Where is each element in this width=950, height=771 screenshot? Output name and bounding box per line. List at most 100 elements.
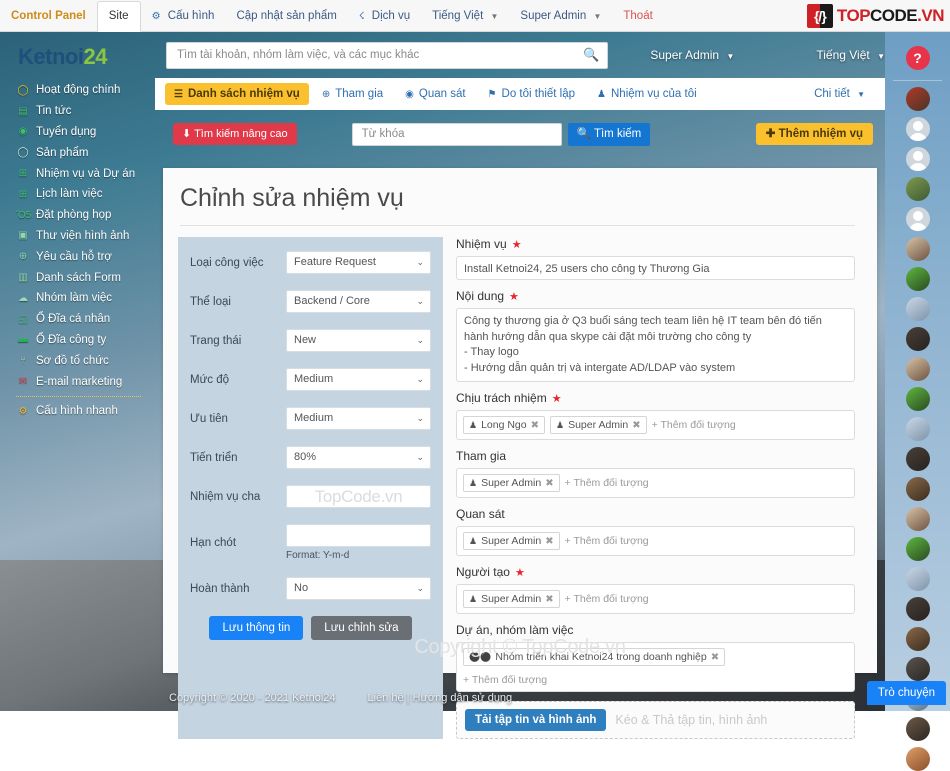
topbar-item-user[interactable]: Super Admin ▼ <box>509 1 612 31</box>
remove-tag-icon[interactable]: ✖ <box>545 594 553 605</box>
topbar-item-site[interactable]: Site <box>96 1 141 32</box>
avatar[interactable] <box>905 717 930 741</box>
footer-links[interactable]: Liên hệ | Hướng dẫn sử dụng <box>368 692 513 704</box>
task-name-input[interactable]: Install Ketnoi24, 25 users cho công ty T… <box>456 256 855 280</box>
sidebar-item-2[interactable]: ◉ Tuyển dụng <box>0 122 155 143</box>
header-language-menu[interactable]: Tiếng Việt ▼ <box>816 48 885 62</box>
remove-tag-icon[interactable]: ✖ <box>531 420 539 431</box>
brand-logo[interactable]: Ketnoi24 <box>0 32 155 80</box>
tag-item[interactable]: ♟ Long Ngo ✖ <box>463 416 546 434</box>
add-object-link[interactable]: + Thêm đối tượng <box>565 593 649 605</box>
avatar[interactable] <box>905 417 930 441</box>
tab-1[interactable]: ⊕ Tham gia <box>313 83 392 105</box>
search-button[interactable]: 🔍 Tìm kiếm <box>567 122 651 146</box>
avatar[interactable] <box>905 327 930 351</box>
avatar[interactable] <box>905 597 930 621</box>
sidebar-item-8[interactable]: ⊕ Yêu cầu hỗ trợ <box>0 246 155 267</box>
task-content-textarea[interactable]: Công ty thương gia ở Q3 buổi sáng tech t… <box>456 308 855 382</box>
creator-tag-field[interactable]: ♟ Super Admin ✖ + Thêm đối tượng <box>456 584 855 614</box>
chat-button[interactable]: Trò chuyện <box>866 681 946 705</box>
topbar-item-control-panel[interactable]: Control Panel <box>0 1 97 31</box>
avatar[interactable] <box>905 297 930 321</box>
sidebar-item-11[interactable]: ◱ Ổ Đĩa cá nhân <box>0 309 155 330</box>
avatar[interactable] <box>905 747 930 771</box>
tag-item[interactable]: ♟ Super Admin ✖ <box>463 532 560 550</box>
help-button[interactable]: ? <box>905 46 930 70</box>
tab-0[interactable]: ☰ Danh sách nhiệm vụ <box>165 83 309 105</box>
tab-3[interactable]: ⚑ Do tôi thiết lập <box>479 83 584 105</box>
sidebar-item-1[interactable]: ▤ Tin tức <box>0 101 155 122</box>
search-input[interactable] <box>175 48 584 62</box>
observers-tag-field[interactable]: ♟ Super Admin ✖ + Thêm đối tượng <box>456 526 855 556</box>
tab-4[interactable]: ♟ Nhiệm vụ của tôi <box>588 83 706 105</box>
sidebar-item-6[interactable]: Ὄ5 Đặt phòng họp <box>0 205 155 226</box>
topbar-item-product-update[interactable]: Cập nhật sản phẩm <box>225 1 347 31</box>
avatar[interactable] <box>905 567 930 591</box>
avatar[interactable] <box>905 657 930 681</box>
keyword-input-wrap[interactable] <box>351 122 562 146</box>
global-search-box[interactable]: 🔍 <box>166 41 609 69</box>
topbar-item-config[interactable]: ⚙ Cấu hình <box>141 1 226 31</box>
sidebar-item-12[interactable]: ▬ Ổ Đĩa công ty <box>0 330 155 351</box>
page-footer: Copyright © 2020 - 2021 Ketnoi24 Liên hệ… <box>155 685 885 711</box>
avatar[interactable] <box>905 507 930 531</box>
sidebar-item-5[interactable]: ⊞ Lịch làm việc <box>0 184 155 205</box>
sidebar-item-10[interactable]: ☁ Nhóm làm việc <box>0 288 155 309</box>
avatar[interactable] <box>905 627 930 651</box>
tag-label: Long Ngo <box>481 419 527 431</box>
header-user-menu[interactable]: Super Admin ▼ <box>650 48 734 62</box>
remove-tag-icon[interactable]: ✖ <box>545 536 553 547</box>
responsible-tag-field[interactable]: ♟ Long Ngo ✖ ♟ Super Admin ✖ + Thêm đối tượng <box>456 410 855 440</box>
sidebar-item-0[interactable]: ◯ Hoạt động chính <box>0 80 155 101</box>
avatar[interactable] <box>905 177 930 201</box>
search-icon[interactable]: 🔍 <box>583 47 599 63</box>
sidebar-item-9[interactable]: ▥ Danh sách Form <box>0 267 155 288</box>
label-text: Nhiệm vụ <box>456 237 507 251</box>
tab-detail-dropdown[interactable]: Chi tiết ▼ <box>814 88 875 100</box>
sidebar-item-14[interactable]: ✉ E-mail marketing <box>0 371 155 392</box>
keyword-input[interactable] <box>359 123 554 145</box>
tag-item[interactable]: ♟ Super Admin ✖ <box>463 474 560 492</box>
add-object-link[interactable]: + Thêm đối tượng <box>652 419 736 431</box>
select-mức-độ[interactable]: Medium ⌄ <box>286 368 431 391</box>
sidebar-item-13[interactable]: ⑂ Sơ đồ tổ chức <box>0 350 155 371</box>
sidebar-item-4[interactable]: ⊞ Nhiệm vụ và Dự án <box>0 163 155 184</box>
tag-item[interactable]: ♟ Super Admin ✖ <box>463 590 560 608</box>
add-object-link[interactable]: + Thêm đối tượng <box>565 477 649 489</box>
avatar[interactable] <box>905 267 930 291</box>
calendar-icon: Ὄ5 <box>16 209 32 221</box>
topbar-item-logout[interactable]: Thoát <box>612 1 663 31</box>
remove-tag-icon[interactable]: ✖ <box>632 420 640 431</box>
topbar-item-service[interactable]: ☇ Dịch vụ <box>348 1 421 31</box>
add-task-button[interactable]: ✚ Thêm nhiệm vụ <box>755 123 873 145</box>
avatar[interactable] <box>905 537 930 561</box>
participants-tag-field[interactable]: ♟ Super Admin ✖ + Thêm đối tượng <box>456 468 855 498</box>
avatar[interactable] <box>905 237 930 261</box>
avatar[interactable] <box>905 477 930 501</box>
select-hoàn-thành[interactable]: No ⌄ <box>286 577 431 600</box>
select-thể-loại[interactable]: Backend / Core ⌄ <box>286 290 431 313</box>
sidebar-item-quick-config[interactable]: ⚙ Cấu hình nhanh <box>0 401 155 422</box>
avatar[interactable] <box>905 87 930 111</box>
sidebar-item-7[interactable]: ▣ Thư viện hình ảnh <box>0 226 155 247</box>
add-object-link[interactable]: + Thêm đối tượng <box>565 535 649 547</box>
avatar[interactable] <box>905 207 930 231</box>
select-ưu-tiên[interactable]: Medium ⌄ <box>286 407 431 430</box>
input-nhiệm-vụ-cha[interactable]: TopCode.vn <box>286 485 431 508</box>
sidebar-item-3[interactable]: ◯ Sản phẩm <box>0 142 155 163</box>
avatar[interactable] <box>905 117 930 141</box>
select-tiến-triển[interactable]: 80% ⌄ <box>286 446 431 469</box>
upload-button[interactable]: Tải tập tin và hình ảnh <box>465 709 607 731</box>
topbar-item-language[interactable]: Tiếng Việt ▼ <box>421 1 509 31</box>
remove-tag-icon[interactable]: ✖ <box>545 478 553 489</box>
input-hạn-chót[interactable] <box>286 524 431 547</box>
tag-item[interactable]: ♟ Super Admin ✖ <box>550 416 647 434</box>
avatar[interactable] <box>905 387 930 411</box>
advanced-search-button[interactable]: ⬇ Tìm kiếm nâng cao <box>173 123 297 145</box>
tab-2[interactable]: ◉ Quan sát <box>396 83 474 105</box>
select-loại-công-việc[interactable]: Feature Request ⌄ <box>286 251 431 274</box>
avatar[interactable] <box>905 357 930 381</box>
select-trang-thái[interactable]: New ⌄ <box>286 329 431 352</box>
avatar[interactable] <box>905 147 930 171</box>
avatar[interactable] <box>905 447 930 471</box>
